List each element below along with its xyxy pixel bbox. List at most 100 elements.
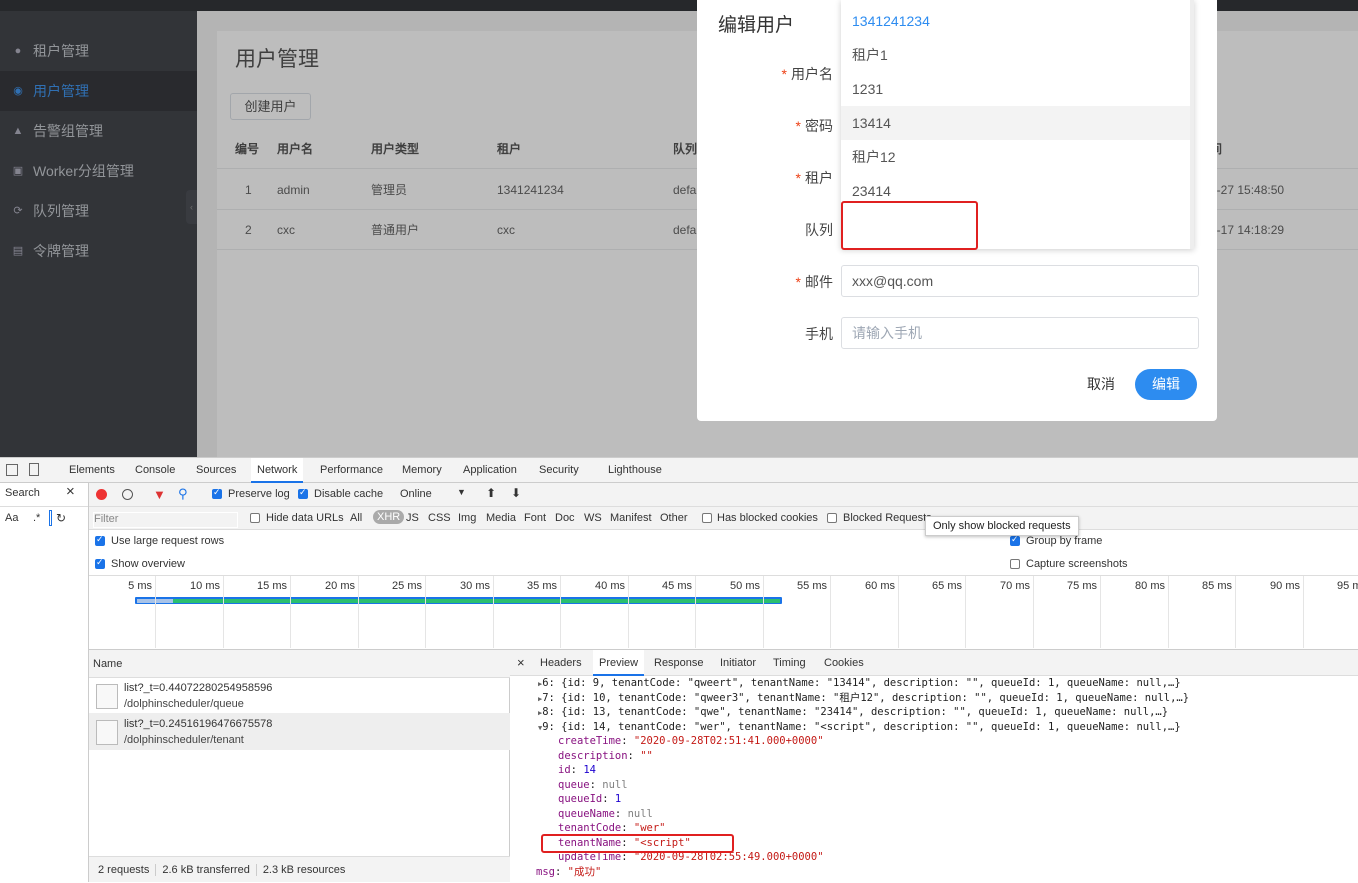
has-blocked-cookies-checkbox[interactable] xyxy=(702,513,712,523)
large-rows-checkbox[interactable] xyxy=(95,534,105,546)
tenant-option[interactable]: 租户12 xyxy=(841,140,1194,174)
capture-screenshots-checkbox[interactable] xyxy=(1010,559,1020,569)
close-icon[interactable]: × xyxy=(66,483,75,500)
column-header[interactable]: Name xyxy=(89,650,510,678)
tab-cookies[interactable]: Cookies xyxy=(824,650,864,676)
group-by-frame-label: Group by frame xyxy=(1026,535,1103,547)
tab-response[interactable]: Response xyxy=(654,650,704,676)
timeline-tick-label: 10 ms xyxy=(190,580,220,592)
filter-type-js[interactable]: JS xyxy=(406,512,419,524)
json-array-entry[interactable]: ▼9: {id: 14, tenantCode: "wer", tenantNa… xyxy=(538,720,1181,735)
clear-icon[interactable] xyxy=(122,489,133,500)
email-field[interactable]: xxx@qq.com xyxy=(841,265,1199,297)
tab-timing[interactable]: Timing xyxy=(773,650,806,676)
label-text: 邮件 xyxy=(805,274,833,290)
json-key: description xyxy=(558,749,628,762)
chevron-down-icon[interactable]: ▼ xyxy=(457,487,466,497)
cancel-button[interactable]: 取消 xyxy=(1080,369,1122,400)
tab-application[interactable]: Application xyxy=(463,458,517,483)
timeline-gridline xyxy=(898,576,899,648)
disable-cache-checkbox[interactable] xyxy=(298,487,308,499)
dropdown-scrollbar[interactable] xyxy=(1190,0,1194,249)
tenant-option[interactable]: 1341241234 xyxy=(841,4,1194,38)
tab-performance[interactable]: Performance xyxy=(320,458,383,483)
filter-type-other[interactable]: Other xyxy=(660,512,688,524)
close-icon[interactable]: × xyxy=(517,650,525,676)
timeline-gridline xyxy=(830,576,831,648)
filter-type-ws[interactable]: WS xyxy=(584,512,602,524)
group-by-frame-checkbox[interactable] xyxy=(1010,534,1020,546)
refresh-icon[interactable]: ↻ xyxy=(56,511,66,525)
request-name: list?_t=0.44072280254958596 xyxy=(124,682,273,694)
tab-network[interactable]: Network xyxy=(251,458,304,483)
record-icon[interactable] xyxy=(96,489,107,500)
json-field: queueName: null xyxy=(558,807,653,822)
timeline-tick-label: 85 ms xyxy=(1202,580,1232,592)
submit-edit-button[interactable]: 编辑 xyxy=(1135,369,1197,400)
timeline-tick-label: 40 ms xyxy=(595,580,625,592)
filter-icon[interactable]: ▼ xyxy=(153,487,166,502)
network-overview-timeline[interactable]: 5 ms 10 ms 15 ms 20 ms 25 ms 30 ms 35 ms 40 ms 4… xyxy=(89,576,1358,650)
tab-elements[interactable]: Elements xyxy=(69,458,115,483)
password-label: * 密码 xyxy=(795,118,833,134)
json-colon: : xyxy=(570,764,584,776)
preserve-log-checkbox[interactable] xyxy=(212,487,222,499)
throttling-select[interactable]: Online xyxy=(400,488,432,500)
filter-type-doc[interactable]: Doc xyxy=(555,512,575,524)
search-input[interactable] xyxy=(49,510,52,526)
regex-toggle[interactable]: .* xyxy=(33,512,40,524)
device-toolbar-icon[interactable] xyxy=(29,463,39,476)
show-overview-checkbox[interactable] xyxy=(95,557,105,569)
request-count: 2 requests xyxy=(98,864,157,876)
json-colon: : xyxy=(621,822,634,834)
tab-security[interactable]: Security xyxy=(539,458,579,483)
filter-input[interactable]: Filter xyxy=(93,512,238,528)
json-field: queue: null xyxy=(558,778,628,793)
json-array-entry[interactable]: ▶6: {id: 9, tenantCode: "qweert", tenant… xyxy=(538,676,1181,691)
tab-preview[interactable]: Preview xyxy=(593,650,645,676)
inspect-element-icon[interactable] xyxy=(6,464,18,476)
json-colon: : xyxy=(602,793,615,805)
match-case-toggle[interactable]: Aa xyxy=(5,512,18,524)
preserve-log-label: Preserve log xyxy=(228,488,290,500)
filter-type-all[interactable]: All xyxy=(350,512,362,524)
tab-memory[interactable]: Memory xyxy=(402,458,442,483)
json-value: "" xyxy=(640,749,653,762)
request-path: /dolphinscheduler/queue xyxy=(124,698,244,710)
search-icon[interactable]: ⚲ xyxy=(178,486,188,502)
filter-type-manifest[interactable]: Manifest xyxy=(610,512,652,524)
json-value: "2020-09-28T02:51:41.000+0000" xyxy=(633,735,824,747)
hide-data-urls-checkbox[interactable] xyxy=(250,513,260,523)
timeline-gridline xyxy=(155,576,156,648)
highlight-annotation xyxy=(541,834,734,853)
tenant-option[interactable]: 13414 xyxy=(841,106,1194,140)
network-settings: Use large request rows Show overview Gro… xyxy=(89,530,1358,576)
filter-type-css[interactable]: CSS xyxy=(428,512,451,524)
tenant-option[interactable]: 租户1 xyxy=(841,38,1194,72)
blocked-requests-checkbox[interactable] xyxy=(827,513,837,523)
timeline-gridline xyxy=(965,576,966,648)
request-row[interactable]: list?_t=0.24516196476675578 /dolphinsche… xyxy=(89,714,510,750)
json-array-entry[interactable]: ▶8: {id: 13, tenantCode: "qwe", tenantNa… xyxy=(538,705,1168,720)
tab-headers[interactable]: Headers xyxy=(540,650,582,676)
json-array-entry[interactable]: ▶7: {id: 10, tenantCode: "qweer3", tenan… xyxy=(538,691,1189,706)
import-har-icon[interactable]: ⬆ xyxy=(486,486,496,500)
username-label: * 用户名 xyxy=(781,66,833,82)
filter-type-img[interactable]: Img xyxy=(458,512,476,524)
filter-type-xhr[interactable]: XHR xyxy=(373,510,405,524)
request-row[interactable]: list?_t=0.44072280254958596 /dolphinsche… xyxy=(89,678,510,714)
filter-type-media[interactable]: Media xyxy=(486,512,516,524)
tab-initiator[interactable]: Initiator xyxy=(720,650,756,676)
json-key: queueName xyxy=(558,807,615,820)
export-har-icon[interactable]: ⬇ xyxy=(511,486,521,500)
timeline-gridline xyxy=(290,576,291,648)
tenant-option[interactable]: 1231 xyxy=(841,72,1194,106)
json-key: msg xyxy=(536,865,555,878)
filter-type-font[interactable]: Font xyxy=(524,512,546,524)
tenant-label: * 租户 xyxy=(795,170,833,186)
tab-console[interactable]: Console xyxy=(135,458,175,483)
phone-field[interactable]: 请输入手机 xyxy=(841,317,1199,349)
tab-sources[interactable]: Sources xyxy=(196,458,236,483)
tab-lighthouse[interactable]: Lighthouse xyxy=(608,458,662,483)
disable-cache-label: Disable cache xyxy=(314,488,384,500)
